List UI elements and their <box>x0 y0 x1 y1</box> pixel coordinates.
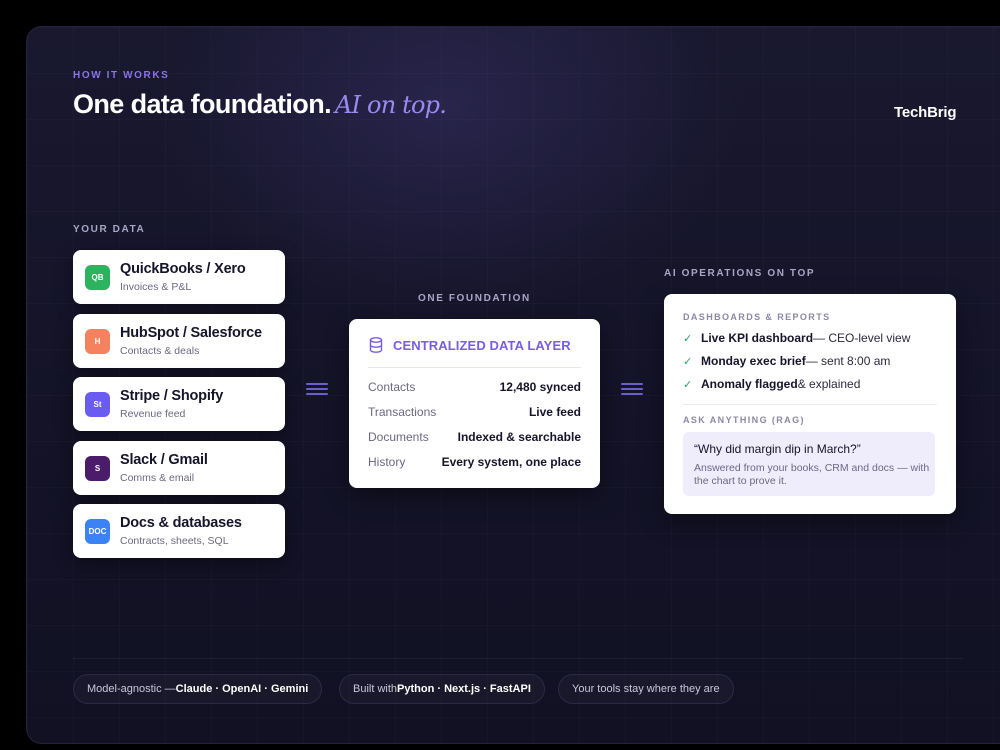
report-item: ✓ Live KPI dashboard — CEO-level view <box>683 331 910 345</box>
centralized-data-layer-card: CENTRALIZED DATA LAYER Contacts 12,480 sy… <box>349 319 600 488</box>
row-key: Contacts <box>368 380 416 394</box>
item-bold: Anomaly flagged <box>701 377 798 391</box>
quickbooks-icon: QB <box>85 265 110 290</box>
ai-operations-card: DASHBOARDS & REPORTS ✓ Live KPI dashboard… <box>664 294 956 514</box>
pill-tools-stay: Your tools stay where they are <box>558 674 734 704</box>
source-subtitle: Comms & email <box>120 472 195 484</box>
pill-text: Model-agnostic — <box>87 683 176 695</box>
dashboards-label: DASHBOARDS & REPORTS <box>683 312 831 322</box>
slack-icon: S <box>85 456 110 481</box>
ai-ops-label: AI OPERATIONS ON TOP <box>664 268 816 279</box>
source-title: Docs & databases <box>120 515 242 531</box>
source-subtitle: Contacts & deals <box>120 345 200 357</box>
page-title: One data foundation. AI on top. <box>73 89 447 120</box>
source-card-docs: DOC Docs & databases Contracts, sheets, … <box>73 504 285 558</box>
flow-arrow-icon <box>306 383 328 398</box>
item-rest: & explained <box>797 377 861 391</box>
source-subtitle: Revenue feed <box>120 408 186 420</box>
pill-text: Built with <box>353 683 398 695</box>
hubspot-icon: H <box>85 329 110 354</box>
item-rest: — sent 8:00 am <box>805 354 891 368</box>
pill-bold: Python · Next.js · FastAPI <box>397 683 531 695</box>
pill-built-with: Built with Python · Next.js · FastAPI <box>339 674 545 704</box>
your-data-label: YOUR DATA <box>73 224 146 235</box>
source-card-quickbooks: QB QuickBooks / Xero Invoices & P&L <box>73 250 285 304</box>
data-row: History Every system, one place <box>368 455 581 469</box>
rag-question: “Why did margin dip in March?” <box>694 442 861 456</box>
source-title: Stripe / Shopify <box>120 388 224 404</box>
source-card-hubspot: H HubSpot / Salesforce Contacts & deals <box>73 314 285 368</box>
data-row: Transactions Live feed <box>368 405 581 419</box>
source-card-slack: S Slack / Gmail Comms & email <box>73 441 285 495</box>
foundation-label: ONE FOUNDATION <box>418 293 531 304</box>
row-value: Every system, one place <box>441 455 581 469</box>
source-subtitle: Invoices & P&L <box>120 281 192 293</box>
source-subtitle: Contracts, sheets, SQL <box>120 535 229 547</box>
item-rest: — CEO-level view <box>813 331 911 345</box>
headline-main: One data foundation. <box>73 89 332 119</box>
check-icon: ✓ <box>683 332 693 345</box>
source-title: Slack / Gmail <box>120 452 208 468</box>
source-card-stripe: St Stripe / Shopify Revenue feed <box>73 377 285 431</box>
row-value: Live feed <box>528 405 581 419</box>
flow-arrow-icon <box>621 383 643 398</box>
docs-icon: DOC <box>85 519 110 544</box>
brand-logo: TechBrig <box>894 104 957 121</box>
row-key: Documents <box>368 430 429 444</box>
row-value: 12,480 synced <box>499 380 581 394</box>
data-row: Contacts 12,480 synced <box>368 380 581 394</box>
footer-divider <box>73 658 963 659</box>
source-title: HubSpot / Salesforce <box>120 325 262 341</box>
source-title: QuickBooks / Xero <box>120 261 246 277</box>
report-item: ✓ Monday exec brief — sent 8:00 am <box>683 354 890 368</box>
divider <box>368 367 581 368</box>
rag-example-box: “Why did margin dip in March?” Answered … <box>683 432 935 496</box>
section-eyebrow: HOW IT WORKS <box>73 70 170 81</box>
row-key: Transactions <box>368 405 437 419</box>
item-bold: Live KPI dashboard <box>701 331 814 345</box>
data-row: Documents Indexed & searchable <box>368 430 581 444</box>
row-value: Indexed & searchable <box>457 430 581 444</box>
pill-bold: Claude · OpenAI · Gemini <box>175 683 309 695</box>
database-icon <box>369 337 383 353</box>
check-icon: ✓ <box>683 355 693 368</box>
divider <box>683 404 937 405</box>
card-header: CENTRALIZED DATA LAYER <box>369 337 571 353</box>
check-icon: ✓ <box>683 378 693 391</box>
stripe-icon: St <box>85 392 110 417</box>
card-title: CENTRALIZED DATA LAYER <box>393 337 571 353</box>
item-bold: Monday exec brief <box>701 354 806 368</box>
report-item: ✓ Anomaly flagged & explained <box>683 377 860 391</box>
rag-answer: Answered from your books, CRM and docs —… <box>694 462 930 487</box>
row-key: History <box>368 455 406 469</box>
pill-model-agnostic: Model-agnostic — Claude · OpenAI · Gemin… <box>73 674 323 704</box>
headline-italic: AI on top. <box>335 91 447 119</box>
slide-frame: HOW IT WORKS One data foundation. AI on t… <box>26 26 1000 744</box>
ask-anything-label: ASK ANYTHING (RAG) <box>683 415 805 425</box>
pill-text: Your tools stay where they are <box>572 683 720 695</box>
